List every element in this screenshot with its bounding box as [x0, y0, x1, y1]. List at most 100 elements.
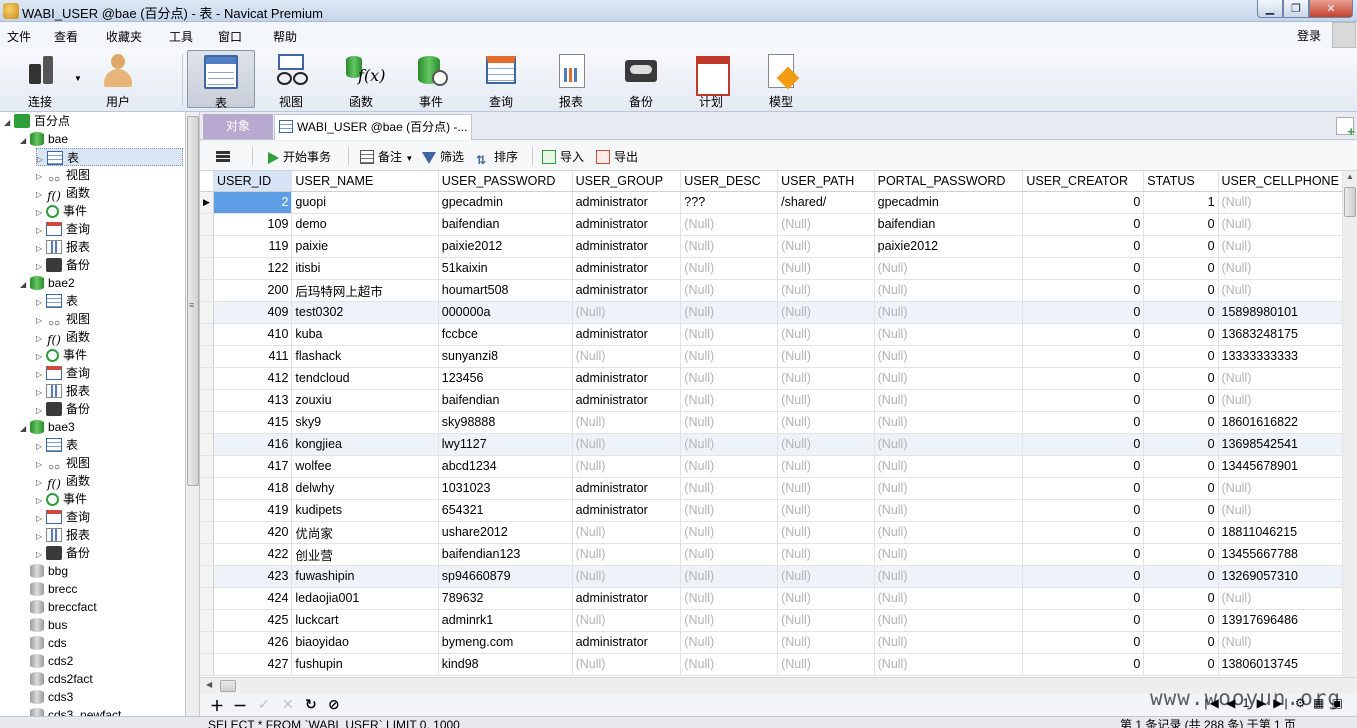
- cell-user-group[interactable]: (Null): [572, 345, 682, 368]
- cell-user-password[interactable]: sky98888: [438, 411, 573, 434]
- cell-user-path[interactable]: (Null): [777, 631, 875, 654]
- grid-vertical-scrollbar-thumb[interactable]: [1344, 187, 1356, 217]
- cell-user-id[interactable]: 427: [213, 653, 293, 676]
- cell-user-password[interactable]: lwy1127: [438, 433, 573, 456]
- cell-user-group[interactable]: administrator: [572, 257, 682, 280]
- cell-user-id[interactable]: 109: [213, 213, 293, 236]
- table-row[interactable]: 409 test0302 000000a (Null) (Null) (Null) (Nul…: [200, 301, 1343, 324]
- filter-button[interactable]: 筛选: [422, 148, 464, 165]
- cell-user-password[interactable]: houmart508: [438, 279, 573, 302]
- cell-user-id[interactable]: 416: [213, 433, 293, 456]
- export-button[interactable]: 导出: [596, 148, 638, 165]
- cell-user-cellphone[interactable]: (Null): [1218, 235, 1343, 258]
- table-row[interactable]: 417 wolfee abcd1234 (Null) (Null) (Null) (Null…: [200, 455, 1343, 478]
- cell-user-name[interactable]: wolfee: [291, 455, 439, 478]
- cell-user-id[interactable]: 422: [213, 543, 293, 566]
- cell-user-path[interactable]: (Null): [777, 367, 875, 390]
- cell-user-creator[interactable]: 0: [1022, 477, 1145, 500]
- row-indicator[interactable]: [200, 367, 214, 390]
- cell-user-path[interactable]: (Null): [777, 543, 875, 566]
- cell-user-desc[interactable]: (Null): [680, 609, 779, 632]
- table-row[interactable]: 425 luckcart adminrk1 (Null) (Null) (Null) (Nu…: [200, 609, 1343, 632]
- column-header-user-id[interactable]: USER_ID: [213, 171, 293, 192]
- row-indicator[interactable]: [200, 543, 214, 566]
- toolbar-backup-button[interactable]: 备份: [609, 50, 673, 109]
- cell-user-creator[interactable]: 0: [1022, 631, 1145, 654]
- cell-user-desc[interactable]: (Null): [680, 389, 779, 412]
- cell-portal-password[interactable]: (Null): [874, 279, 1024, 302]
- cell-user-group[interactable]: (Null): [572, 609, 682, 632]
- table-row[interactable]: 420 优尚家 ushare2012 (Null) (Null) (Null) (Null)…: [200, 521, 1343, 544]
- cell-user-creator[interactable]: 0: [1022, 587, 1145, 610]
- account-avatar[interactable]: [1332, 22, 1356, 48]
- cell-user-desc[interactable]: (Null): [680, 323, 779, 346]
- scroll-up-icon[interactable]: ▲: [1344, 172, 1356, 186]
- toolbar-model-button[interactable]: 模型: [749, 50, 813, 109]
- cell-user-name[interactable]: guopi: [291, 191, 439, 214]
- expanded-arrow-icon[interactable]: ◢: [20, 276, 30, 294]
- cell-portal-password[interactable]: (Null): [874, 301, 1024, 324]
- cell-portal-password[interactable]: (Null): [874, 631, 1024, 654]
- cell-user-group[interactable]: (Null): [572, 301, 682, 324]
- cell-user-creator[interactable]: 0: [1022, 323, 1145, 346]
- cell-user-path[interactable]: (Null): [777, 257, 875, 280]
- row-indicator[interactable]: [200, 587, 214, 610]
- cell-user-cellphone[interactable]: (Null): [1218, 191, 1343, 214]
- cell-user-id[interactable]: 415: [213, 411, 293, 434]
- cell-user-password[interactable]: adminrk1: [438, 609, 573, 632]
- toolbar-user-button[interactable]: 用户: [86, 50, 150, 109]
- menu-help[interactable]: 帮助: [273, 28, 297, 45]
- menu-file[interactable]: 文件: [7, 28, 31, 45]
- toolbar-event-button[interactable]: 事件: [399, 50, 463, 109]
- row-indicator[interactable]: [200, 653, 214, 676]
- cell-portal-password[interactable]: (Null): [874, 323, 1024, 346]
- column-header-user-password[interactable]: USER_PASSWORD: [438, 171, 573, 192]
- row-indicator[interactable]: [200, 499, 214, 522]
- row-indicator[interactable]: [200, 565, 214, 588]
- column-header-user-creator[interactable]: USER_CREATOR: [1022, 171, 1145, 192]
- cell-user-id[interactable]: 410: [213, 323, 293, 346]
- tree-db-bbg[interactable]: bbg: [20, 562, 68, 580]
- cell-user-group[interactable]: (Null): [572, 653, 682, 676]
- cell-portal-password[interactable]: (Null): [874, 367, 1024, 390]
- row-indicator[interactable]: [200, 631, 214, 654]
- tree-bae2-view[interactable]: ▷ ○○ 视图: [36, 310, 90, 329]
- cell-user-name[interactable]: 创业营: [291, 543, 439, 566]
- cell-user-desc[interactable]: (Null): [680, 543, 779, 566]
- cell-status[interactable]: 0: [1143, 411, 1219, 434]
- tree-bae-function[interactable]: ▷ f() 函数: [36, 184, 90, 203]
- cell-user-password[interactable]: 123456: [438, 367, 573, 390]
- cell-user-desc[interactable]: (Null): [680, 345, 779, 368]
- cell-user-id[interactable]: 418: [213, 477, 293, 500]
- add-record-button[interactable]: ＋: [210, 696, 224, 716]
- tab-objects[interactable]: 对象: [203, 114, 273, 139]
- cell-user-password[interactable]: abcd1234: [438, 455, 573, 478]
- cell-status[interactable]: 0: [1143, 521, 1219, 544]
- cell-user-desc[interactable]: ???: [680, 191, 779, 214]
- maximize-button[interactable]: ❐: [1283, 0, 1309, 18]
- row-indicator[interactable]: [200, 301, 214, 324]
- cell-user-group[interactable]: administrator: [572, 389, 682, 412]
- cell-user-desc[interactable]: (Null): [680, 587, 779, 610]
- discard-changes-button[interactable]: ✕: [282, 696, 294, 713]
- cell-user-desc[interactable]: (Null): [680, 301, 779, 324]
- row-indicator[interactable]: [200, 235, 214, 258]
- row-indicator[interactable]: [200, 323, 214, 346]
- cell-user-name[interactable]: demo: [291, 213, 439, 236]
- grid-vertical-scrollbar[interactable]: ▲: [1343, 171, 1357, 677]
- cell-user-desc[interactable]: (Null): [680, 411, 779, 434]
- cell-user-creator[interactable]: 0: [1022, 235, 1145, 258]
- tree-bae2-table[interactable]: ▷ 表: [36, 292, 78, 310]
- cell-user-id[interactable]: 2: [213, 191, 293, 214]
- cell-status[interactable]: 0: [1143, 499, 1219, 522]
- row-indicator[interactable]: [200, 411, 214, 434]
- table-row[interactable]: 426 biaoyidao bymeng.com administrator (Null…: [200, 631, 1343, 654]
- cell-user-cellphone[interactable]: (Null): [1218, 389, 1343, 412]
- cell-user-password[interactable]: 51kaixin: [438, 257, 573, 280]
- cell-portal-password[interactable]: (Null): [874, 499, 1024, 522]
- menu-tools[interactable]: 工具: [169, 28, 193, 45]
- tree-bae3-backup[interactable]: ▷ 备份: [36, 544, 90, 562]
- cell-user-group[interactable]: administrator: [572, 323, 682, 346]
- table-row[interactable]: 122 itisbi 51kaixin administrator (Null) (Nul…: [200, 257, 1343, 280]
- tree-db-bae[interactable]: ◢ bae: [20, 130, 68, 148]
